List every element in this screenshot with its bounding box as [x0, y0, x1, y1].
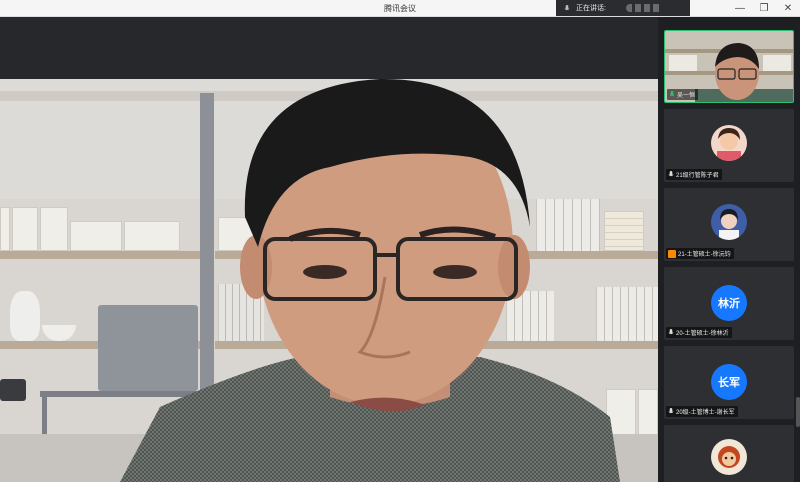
mic-icon — [668, 171, 674, 177]
participant-tile[interactable]: 长军 20级-土管博士-谢长军 — [664, 346, 794, 419]
close-icon[interactable]: ✕ — [776, 0, 800, 17]
participant-sidebar[interactable]: 吴一恒 21级行管陈子君 21-土管硕士-徐沅钧 林沂 20-土管硕士-徐林沂 … — [658, 17, 800, 482]
avatar: 林沂 — [711, 285, 747, 321]
participant-name-tag: 20-土管硕士-徐林沂 — [666, 327, 732, 338]
participant-name: 21级行管陈子君 — [676, 173, 719, 179]
participant-name: 20级-土管博士-谢长军 — [676, 410, 735, 416]
participant-name-tag: 20级-土管博士-谢长军 — [666, 406, 738, 417]
participant-tile[interactable]: 21级行管陈子君 — [664, 109, 794, 182]
window-controls: — ❐ ✕ — [728, 0, 800, 17]
avatar — [711, 439, 747, 475]
participant-tile[interactable]: 吴一恒 — [664, 30, 794, 103]
speaking-label: 正在讲话: — [576, 5, 606, 12]
title-bar: 腾讯会议 正在讲话: — ❐ ✕ — [0, 0, 800, 17]
speaker-name-redacted — [625, 4, 662, 12]
participant-tile[interactable]: 林沂 20-土管硕士-徐林沂 — [664, 267, 794, 340]
mic-icon — [564, 4, 570, 10]
maximize-icon[interactable]: ❐ — [752, 0, 776, 17]
mic-icon — [668, 408, 674, 414]
sidebar-scrollbar[interactable] — [796, 397, 800, 427]
mic-icon — [669, 91, 675, 97]
avatar: 长军 — [711, 364, 747, 400]
speaking-indicator: 正在讲话: — [556, 0, 690, 16]
minimize-icon[interactable]: — — [728, 0, 752, 17]
participant-name: 21-土管硕士-徐沅钧 — [678, 252, 731, 258]
mic-icon — [668, 329, 674, 335]
main-video-view[interactable] — [0, 17, 658, 482]
avatar — [711, 204, 747, 240]
participant-tile[interactable] — [664, 425, 794, 482]
participant-name-tag: 吴一恒 — [667, 89, 699, 100]
avatar — [711, 125, 747, 161]
participant-tile[interactable]: 21-土管硕士-徐沅钧 — [664, 188, 794, 261]
participant-video-main — [120, 78, 620, 482]
participant-name-tag: 21-土管硕士-徐沅钧 — [666, 248, 734, 259]
participant-name-tag: 21级行管陈子君 — [666, 169, 722, 180]
participant-name: 20-土管硕士-徐林沂 — [676, 331, 729, 337]
participant-name: 吴一恒 — [677, 93, 696, 99]
screen-share-icon — [668, 249, 676, 258]
